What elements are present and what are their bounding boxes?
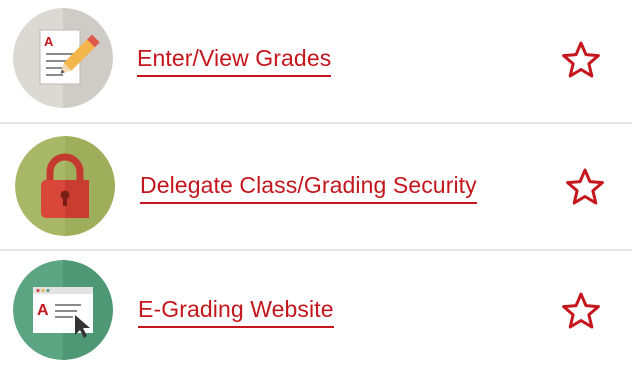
enter-view-grades-link[interactable]: Enter/View Grades <box>137 45 332 77</box>
favorite-star-icon[interactable] <box>561 291 601 331</box>
list-item-delegate-class-grading-security: Delegate Class/Grading Security <box>0 124 632 249</box>
app-list: A Enter/View Grades Delegate Class/Gradi… <box>0 0 632 371</box>
favorite-star-icon[interactable] <box>565 167 605 207</box>
e-grading-website-link[interactable]: E-Grading Website <box>138 296 334 328</box>
list-item-enter-view-grades: A Enter/View Grades <box>0 0 632 122</box>
favorite-star-icon[interactable] <box>561 40 601 80</box>
icon-letter: A <box>37 302 49 319</box>
grade-sheet-pencil-icon: A <box>13 8 113 108</box>
list-item-e-grading-website: A E-Grading Website <box>0 251 632 371</box>
padlock-icon <box>15 136 115 236</box>
browser-window-cursor-icon: A <box>13 260 113 360</box>
delegate-class-grading-security-link[interactable]: Delegate Class/Grading Security <box>140 172 477 204</box>
icon-letter: A <box>44 34 54 49</box>
